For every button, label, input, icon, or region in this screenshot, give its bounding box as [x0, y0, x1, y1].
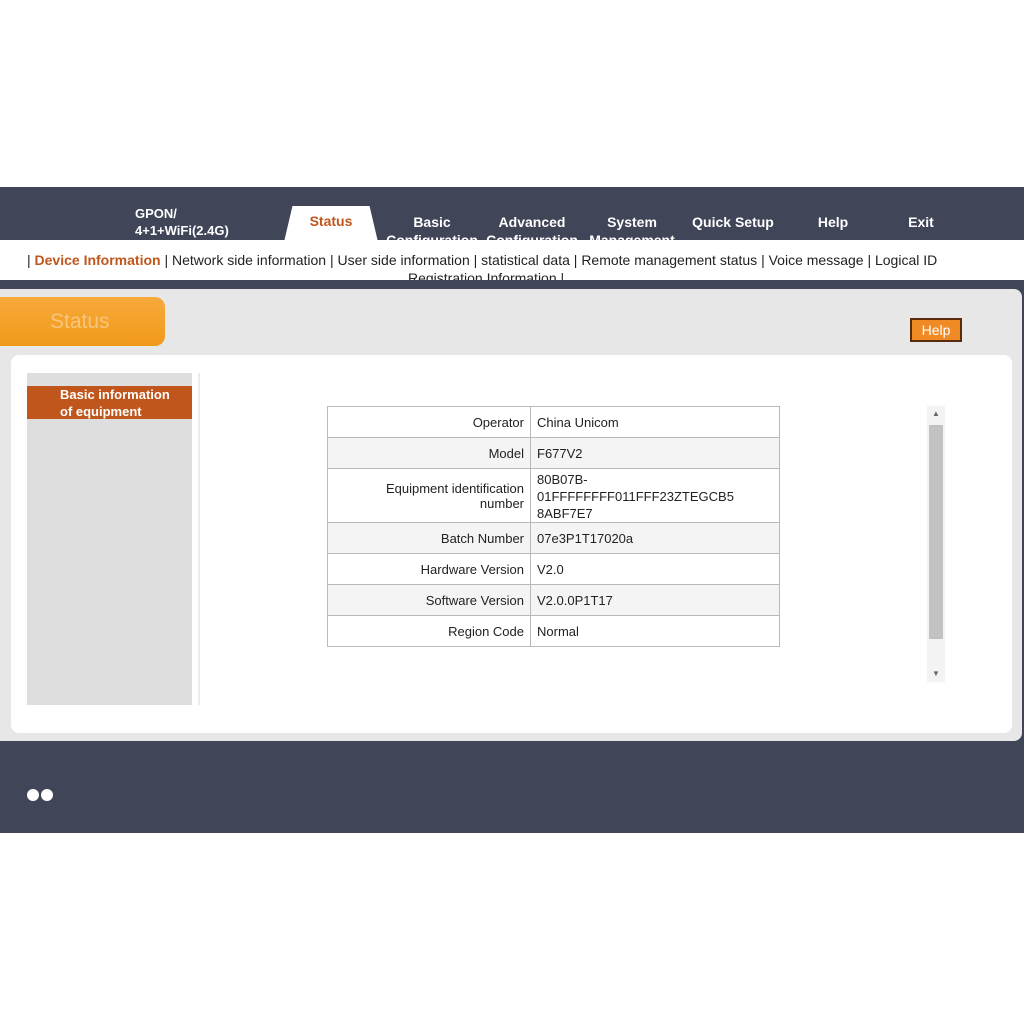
- software-version-label: Software Version: [327, 584, 531, 616]
- subnav-remote-management-status[interactable]: Remote management status: [581, 252, 757, 268]
- table-row: Hardware Version V2.0: [327, 553, 780, 585]
- subnav-voice-message[interactable]: Voice message: [769, 252, 864, 268]
- nav-tab-help[interactable]: Help: [808, 213, 858, 231]
- equipment-id-label-line2: number: [479, 495, 524, 511]
- subnav-row-1: | Device Information | Network side info…: [27, 252, 938, 268]
- table-row: Region Code Normal: [327, 615, 780, 647]
- device-brand: GPON/ 4+1+WiFi(2.4G): [135, 205, 229, 239]
- equipment-id-label: Equipment identification number: [327, 468, 531, 523]
- scroll-thumb[interactable]: [929, 425, 943, 639]
- subnav-row-2: Registration Information |: [408, 270, 564, 280]
- equipment-id-value: 80B07B- 01FFFFFFFF011FFF23ZTEGCB5 8ABF7E…: [530, 468, 780, 523]
- sidebar-item-label-line1: Basic information: [60, 387, 170, 402]
- subnav-network-side-information[interactable]: Network side information: [172, 252, 326, 268]
- help-button[interactable]: Help: [910, 318, 962, 342]
- nav-advanced-line1: Advanced: [498, 214, 566, 230]
- equipment-id-label-line1: Equipment identification: [385, 480, 524, 496]
- model-value: F677V2: [530, 437, 780, 469]
- hardware-version-label: Hardware Version: [327, 553, 531, 585]
- subnav-statistical-data[interactable]: statistical data: [481, 252, 570, 268]
- operator-value: China Unicom: [530, 406, 780, 438]
- table-row: Batch Number 07e3P1T17020a: [327, 522, 780, 554]
- table-row: Equipment identification number 80B07B- …: [327, 468, 780, 523]
- decorative-dots-icon: [27, 788, 55, 806]
- nav-tab-exit[interactable]: Exit: [898, 213, 944, 231]
- subnav-user-side-information[interactable]: User side information: [337, 252, 469, 268]
- region-code-label: Region Code: [327, 615, 531, 647]
- nav-system-line1: System: [607, 214, 657, 230]
- status-section-title: Status: [50, 310, 110, 333]
- device-info-table: Operator China Unicom Model F677V2 Equip…: [327, 406, 780, 647]
- hardware-version-value: V2.0: [530, 553, 780, 585]
- sidebar-item-basic-information[interactable]: Basic information of equipment: [27, 386, 192, 419]
- vertical-scrollbar[interactable]: ▲ ▼: [927, 406, 945, 682]
- table-row: Model F677V2: [327, 437, 780, 469]
- sidebar-divider: [198, 373, 200, 705]
- table-row: Operator China Unicom: [327, 406, 780, 438]
- nav-tab-status[interactable]: Status: [284, 213, 378, 229]
- nav-basic-line1: Basic: [413, 214, 451, 230]
- software-version-value: V2.0.0P1T17: [530, 584, 780, 616]
- content-area: Basic information of equipment Operator …: [11, 355, 1012, 733]
- subnav-logical-id[interactable]: Logical ID: [875, 252, 937, 268]
- brand-line1: GPON/: [135, 206, 177, 221]
- subnav-device-information[interactable]: Device Information: [35, 252, 161, 268]
- status-section-tab: Status: [0, 297, 165, 346]
- region-code-value: Normal: [530, 615, 780, 647]
- equipment-id-value-line2: 01FFFFFFFF011FFF23ZTEGCB5: [537, 488, 734, 504]
- scroll-up-arrow-icon[interactable]: ▲: [927, 406, 945, 422]
- main-panel: Status Help Basic information of equipme…: [0, 289, 1022, 741]
- brand-line2: 4+1+WiFi(2.4G): [135, 223, 229, 238]
- equipment-id-value-line1: 80B07B-: [537, 471, 588, 487]
- sub-navigation: | Device Information | Network side info…: [0, 240, 1024, 280]
- scroll-down-arrow-icon[interactable]: ▼: [927, 666, 945, 682]
- batch-number-value: 07e3P1T17020a: [530, 522, 780, 554]
- nav-tab-quick-setup[interactable]: Quick Setup: [688, 213, 778, 231]
- equipment-id-value-line3: 8ABF7E7: [537, 505, 593, 521]
- sidebar: Basic information of equipment: [27, 373, 192, 705]
- model-label: Model: [327, 437, 531, 469]
- subnav-registration-information[interactable]: Registration Information: [408, 270, 557, 280]
- table-row: Software Version V2.0.0P1T17: [327, 584, 780, 616]
- sidebar-item-label-line2: of equipment: [60, 404, 142, 419]
- batch-number-label: Batch Number: [327, 522, 531, 554]
- operator-label: Operator: [327, 406, 531, 438]
- router-admin-frame: GPON/ 4+1+WiFi(2.4G) Status Basic Config…: [0, 187, 1024, 833]
